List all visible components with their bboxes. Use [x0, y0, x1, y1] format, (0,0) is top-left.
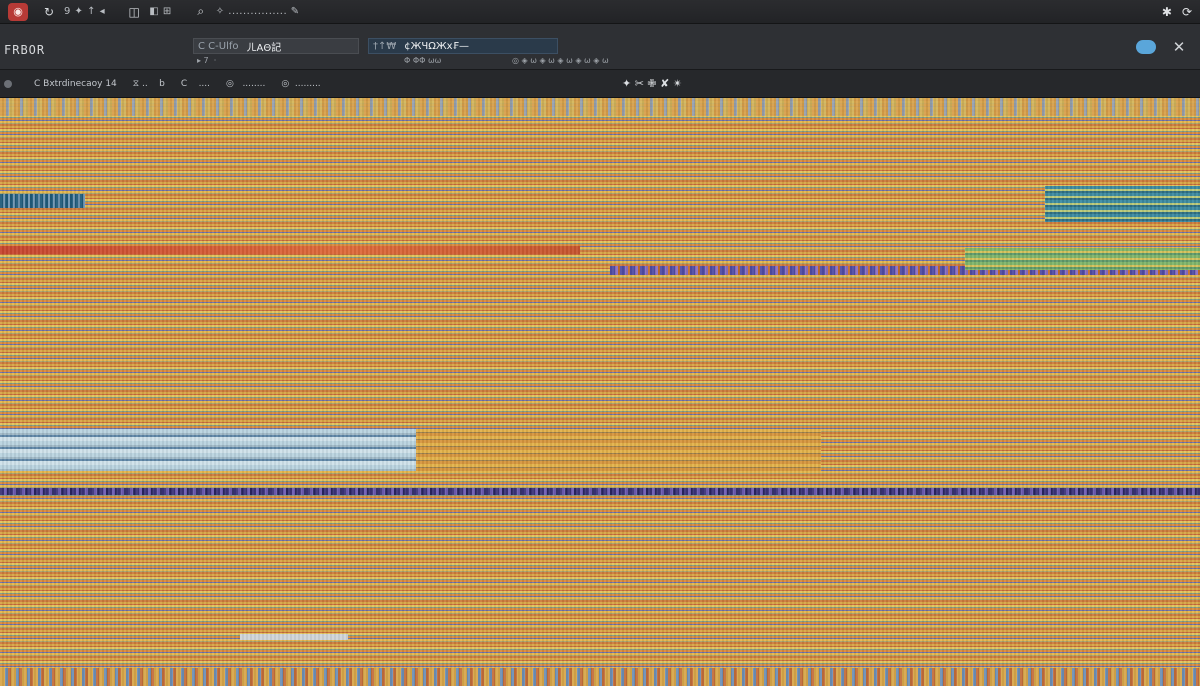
- address-bar: FRBOR C C-Ul­fo ㄦΑΘ記 †↑₩ ¢ЖЧΩЖх₣— ▸ 7 · …: [0, 24, 1200, 70]
- canvas-grain: [0, 98, 1200, 686]
- bug-icon[interactable]: ✱: [1162, 5, 1172, 19]
- tool-item-3[interactable]: C ....: [181, 79, 210, 89]
- tool-item-4-label: ◎ ........: [226, 78, 266, 89]
- close-icon[interactable]: ✕: [1170, 38, 1188, 56]
- top-right-controls: ✱ ⟳: [1162, 5, 1192, 19]
- location-field-a-key: C C-Ul­fo: [198, 40, 239, 52]
- tool-item-5[interactable]: ◎ .........: [281, 79, 320, 89]
- address-subtext-c: ◎ ◈ ω ◈ ω ◈ ω ◈ ω ◈ ω: [512, 56, 609, 65]
- main-canvas[interactable]: [0, 98, 1200, 686]
- layout-icon[interactable]: ◫: [127, 5, 141, 19]
- address-bar-icons: ✕: [1136, 38, 1188, 56]
- tool-item-5-label: ◎ .........: [281, 78, 321, 89]
- location-field-b[interactable]: †↑₩ ¢ЖЧΩЖх₣—: [368, 38, 558, 54]
- search-icon[interactable]: ⌕: [194, 4, 208, 19]
- address-subtext-a: ▸ 7 ·: [197, 56, 217, 65]
- toolbar-group-navigation: ↻ 9 ✦ ↑ ◂: [42, 5, 105, 19]
- refresh-icon[interactable]: ↻: [42, 5, 56, 19]
- tool-center-icons[interactable]: ✦ ✂ ✙ ✘ ✴: [622, 77, 682, 90]
- location-field-b-key: †↑₩: [373, 40, 397, 52]
- refresh-icon[interactable]: ⟳: [1182, 5, 1192, 19]
- toolbar-group-a-label: 9 ✦ ↑ ◂: [64, 6, 106, 17]
- location-field-a-value: ㄦΑΘ記: [246, 42, 282, 54]
- tool-item-2[interactable]: ⧖ .. b: [133, 79, 165, 89]
- toolbar-group-c-label: ✧ ................ ✎: [215, 6, 300, 17]
- location-field-a[interactable]: C C-Ul­fo ㄦΑΘ記: [193, 38, 359, 54]
- toolbar-group-layout: ◫ ◧ ⊞: [127, 5, 172, 19]
- tool-center-label: ✦ ✂ ✙ ✘ ✴: [622, 77, 683, 90]
- toolbar-group-b-label: ◧ ⊞: [149, 6, 172, 17]
- toolbar-group-search: ⌕ ✧ ................ ✎: [194, 4, 300, 19]
- tool-item-2-label: ⧖ .. b: [132, 78, 165, 89]
- tool-item-3-label: C ....: [180, 78, 211, 89]
- app-logo-icon[interactable]: ◉: [8, 2, 28, 21]
- tool-item-1[interactable]: C Bxtrdinecaoy 14: [34, 79, 117, 89]
- tool-item-1-label: C Bxtrdinecaoy 14: [34, 78, 117, 89]
- tool-item-4[interactable]: ◎ ........: [226, 79, 265, 89]
- cloud-icon[interactable]: [1136, 40, 1156, 54]
- app-title: FRBOR: [4, 43, 46, 57]
- top-system-bar: ◉ ↻ 9 ✦ ↑ ◂ ◫ ◧ ⊞ ⌕ ✧ ................ ✎…: [0, 0, 1200, 24]
- address-subtext-b: Φ ΦΦ ωω: [404, 56, 442, 65]
- location-field-b-value: ¢ЖЧΩЖх₣—: [404, 40, 469, 52]
- tool-row: C Bxtrdinecaoy 14 ⧖ .. b C .... ◎ ......…: [0, 70, 1200, 98]
- status-dot: [4, 79, 12, 88]
